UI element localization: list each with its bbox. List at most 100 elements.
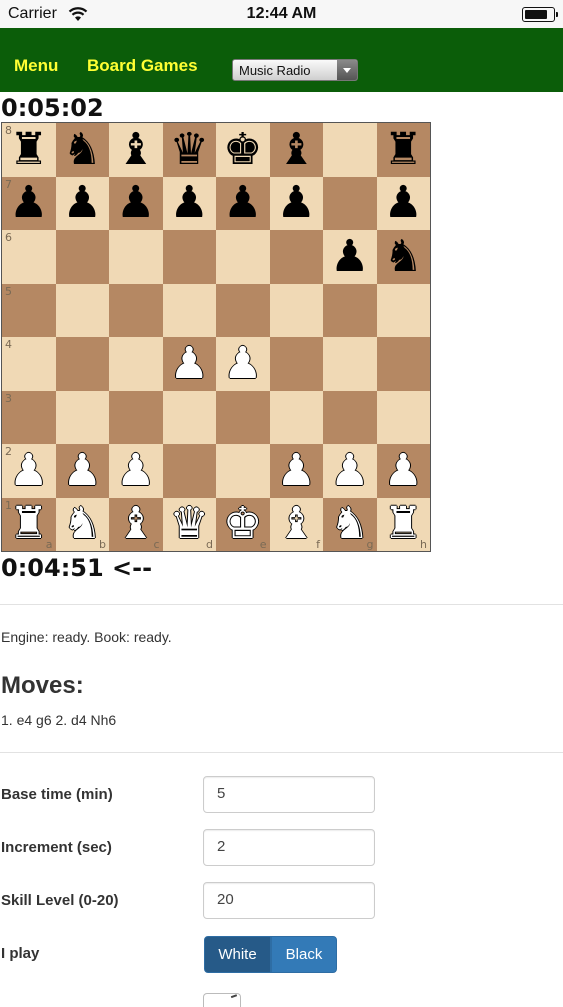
black-pawn-icon[interactable]: ♟ [223, 181, 262, 225]
white-rook-icon[interactable]: ♜ [384, 502, 423, 546]
white-pawn-icon[interactable]: ♟ [384, 448, 423, 493]
black-knight-icon[interactable]: ♞ [384, 234, 423, 279]
square-e3[interactable] [216, 390, 270, 444]
white-queen-icon[interactable]: ♛ [170, 502, 209, 546]
square-h8[interactable]: ♜ [376, 123, 430, 177]
white-pawn-icon[interactable]: ♟ [330, 448, 369, 493]
black-rook-icon[interactable]: ♜ [9, 127, 48, 172]
white-knight-icon[interactable]: ♞ [330, 502, 369, 546]
partial-input[interactable] [203, 993, 241, 1007]
white-king-icon[interactable]: ♚ [223, 502, 262, 546]
white-bishop-icon[interactable]: ♝ [277, 502, 316, 546]
black-king-icon[interactable]: ♚ [223, 127, 262, 172]
square-b2[interactable]: ♟ [55, 444, 109, 498]
square-c3[interactable] [109, 390, 163, 444]
square-g8[interactable] [323, 123, 377, 177]
square-c5[interactable] [109, 283, 163, 337]
square-f4[interactable] [269, 337, 323, 391]
square-b7[interactable]: ♟ [55, 176, 109, 230]
square-g4[interactable] [323, 337, 377, 391]
square-e6[interactable] [216, 230, 270, 284]
square-f2[interactable]: ♟ [269, 444, 323, 498]
white-pawn-icon[interactable]: ♟ [116, 448, 155, 493]
base-time-input[interactable]: 5 [203, 776, 375, 813]
skill-level-input[interactable]: 20 [203, 882, 375, 919]
play-white-button[interactable]: White [204, 936, 271, 973]
square-f6[interactable] [269, 230, 323, 284]
square-d6[interactable] [162, 230, 216, 284]
black-rook-icon[interactable]: ♜ [384, 127, 423, 172]
black-pawn-icon[interactable]: ♟ [9, 181, 48, 225]
square-a6[interactable]: 6 [2, 230, 56, 284]
black-bishop-icon[interactable]: ♝ [277, 127, 316, 172]
square-g3[interactable] [323, 390, 377, 444]
square-c8[interactable]: ♝ [109, 123, 163, 177]
black-pawn-icon[interactable]: ♟ [63, 181, 102, 225]
white-bishop-icon[interactable]: ♝ [116, 502, 155, 546]
square-g5[interactable] [323, 283, 377, 337]
black-pawn-icon[interactable]: ♟ [330, 234, 369, 279]
black-bishop-icon[interactable]: ♝ [116, 127, 155, 172]
chess-board[interactable]: 8 ♜ ♞ ♝ ♛ ♚ ♝ ♜ 7 ♟ ♟ ♟ ♟ ♟ ♟ ♟ 6 ♟ ♞ 5 4 ♟ ♟ 3 2 ♟ ♟ ♟ ♟ ♟ ♟ 1 a ♜ b ♞ c ♝ d ♛… [1, 122, 431, 552]
white-rook-icon[interactable]: ♜ [9, 502, 48, 546]
square-d3[interactable] [162, 390, 216, 444]
square-b3[interactable] [55, 390, 109, 444]
square-f7[interactable]: ♟ [269, 176, 323, 230]
square-d8[interactable]: ♛ [162, 123, 216, 177]
square-b6[interactable] [55, 230, 109, 284]
square-h7[interactable]: ♟ [376, 176, 430, 230]
square-e7[interactable]: ♟ [216, 176, 270, 230]
square-b1[interactable]: b ♞ [55, 497, 109, 551]
square-f1[interactable]: f ♝ [269, 497, 323, 551]
music-radio-select[interactable]: Music Radio [232, 59, 358, 81]
square-b8[interactable]: ♞ [55, 123, 109, 177]
black-pawn-icon[interactable]: ♟ [170, 181, 209, 225]
white-pawn-icon[interactable]: ♟ [9, 448, 48, 493]
square-h1[interactable]: h ♜ [376, 497, 430, 551]
square-f8[interactable]: ♝ [269, 123, 323, 177]
square-b5[interactable] [55, 283, 109, 337]
square-c4[interactable] [109, 337, 163, 391]
square-b4[interactable] [55, 337, 109, 391]
square-a8[interactable]: 8 ♜ [2, 123, 56, 177]
square-e1[interactable]: e ♚ [216, 497, 270, 551]
square-a5[interactable]: 5 [2, 283, 56, 337]
white-pawn-icon[interactable]: ♟ [170, 341, 209, 386]
black-pawn-icon[interactable]: ♟ [384, 181, 423, 225]
square-a7[interactable]: 7 ♟ [2, 176, 56, 230]
white-pawn-icon[interactable]: ♟ [277, 448, 316, 493]
square-h3[interactable] [376, 390, 430, 444]
square-g2[interactable]: ♟ [323, 444, 377, 498]
black-knight-icon[interactable]: ♞ [63, 127, 102, 172]
square-a2[interactable]: 2 ♟ [2, 444, 56, 498]
square-h4[interactable] [376, 337, 430, 391]
square-d4[interactable]: ♟ [162, 337, 216, 391]
square-a4[interactable]: 4 [2, 337, 56, 391]
square-d1[interactable]: d ♛ [162, 497, 216, 551]
square-g1[interactable]: g ♞ [323, 497, 377, 551]
black-queen-icon[interactable]: ♛ [170, 127, 209, 172]
square-g6[interactable]: ♟ [323, 230, 377, 284]
square-c2[interactable]: ♟ [109, 444, 163, 498]
play-black-button[interactable]: Black [271, 936, 337, 973]
square-f3[interactable] [269, 390, 323, 444]
white-pawn-icon[interactable]: ♟ [63, 448, 102, 493]
square-d2[interactable] [162, 444, 216, 498]
square-h5[interactable] [376, 283, 430, 337]
square-h2[interactable]: ♟ [376, 444, 430, 498]
square-e4[interactable]: ♟ [216, 337, 270, 391]
square-c6[interactable] [109, 230, 163, 284]
square-d5[interactable] [162, 283, 216, 337]
square-h6[interactable]: ♞ [376, 230, 430, 284]
increment-input[interactable]: 2 [203, 829, 375, 866]
square-d7[interactable]: ♟ [162, 176, 216, 230]
black-pawn-icon[interactable]: ♟ [116, 181, 155, 225]
square-f5[interactable] [269, 283, 323, 337]
square-e2[interactable] [216, 444, 270, 498]
square-a3[interactable]: 3 [2, 390, 56, 444]
menu-link[interactable]: Menu [14, 56, 58, 76]
square-g7[interactable] [323, 176, 377, 230]
square-c7[interactable]: ♟ [109, 176, 163, 230]
black-pawn-icon[interactable]: ♟ [277, 181, 316, 225]
square-e5[interactable] [216, 283, 270, 337]
